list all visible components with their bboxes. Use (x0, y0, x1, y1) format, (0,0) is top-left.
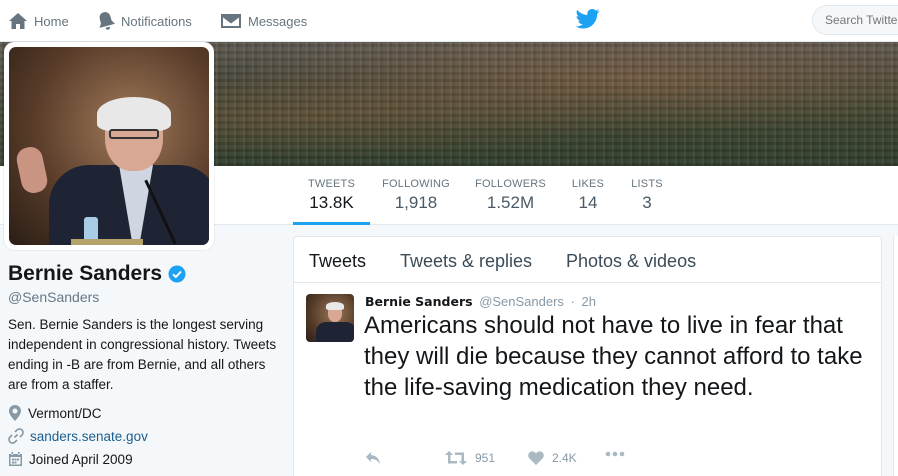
tab-tweets[interactable]: Tweets (309, 251, 366, 272)
tweet-timestamp[interactable]: 2h (582, 294, 596, 309)
tweet-author-handle[interactable]: @SenSanders (479, 294, 564, 309)
profile-website-link[interactable]: sanders.senate.gov (30, 429, 148, 444)
profile-handle[interactable]: @SenSanders (8, 289, 99, 305)
stat-tweets-value: 13.8K (309, 193, 354, 212)
stat-followers-label: FOLLOWERS (475, 178, 546, 190)
calendar-icon (9, 452, 22, 466)
stat-tweets[interactable]: TWEETS 13.8K (293, 166, 370, 225)
heart-icon (528, 451, 544, 465)
location-pin-icon (9, 405, 21, 421)
profile-avatar[interactable] (9, 47, 209, 245)
bell-icon (99, 12, 115, 30)
stat-followers-value: 1.52M (486, 193, 535, 212)
stat-likes-label: LIKES (571, 178, 605, 190)
profile-joined-text: Joined April 2009 (29, 451, 133, 467)
top-nav-bar: Home Notifications Messages (0, 0, 898, 42)
stat-followers[interactable]: FOLLOWERS 1.52M (474, 166, 547, 225)
nav-notifications[interactable]: Notifications (97, 0, 192, 42)
tweet[interactable]: Bernie Sanders @SenSanders · 2h American… (294, 284, 881, 476)
stat-lists-value: 3 (642, 193, 652, 212)
tab-tweets-and-replies[interactable]: Tweets & replies (400, 251, 532, 272)
tweet-separator: · (570, 294, 575, 309)
reply-button[interactable] (365, 451, 381, 465)
nav-notifications-label: Notifications (121, 13, 192, 29)
retweet-count: 951 (475, 451, 496, 465)
reply-icon (366, 452, 380, 464)
like-button[interactable]: 2.4K (528, 451, 577, 465)
envelope-icon (221, 14, 241, 28)
search-input[interactable] (812, 5, 898, 35)
stat-likes-value: 14 (578, 193, 598, 212)
home-icon (9, 13, 27, 29)
stat-following[interactable]: FOLLOWING 1,918 (382, 166, 450, 225)
tweet-avatar[interactable] (306, 294, 354, 342)
nav-messages-label: Messages (248, 13, 308, 29)
stat-lists[interactable]: LISTS 3 (629, 166, 665, 225)
profile-name-row: Bernie Sanders (8, 262, 186, 286)
stat-following-value: 1,918 (394, 193, 438, 212)
tweet-header: Bernie Sanders @SenSanders · 2h (365, 294, 596, 309)
profile-joined: Joined April 2009 (8, 449, 133, 469)
more-button[interactable] (605, 451, 625, 457)
profile-bio: Sen. Bernie Sanders is the longest servi… (8, 317, 277, 392)
stat-tweets-label: TWEETS (307, 178, 356, 190)
right-column-edge (893, 236, 898, 476)
twitter-bird-icon[interactable] (576, 9, 600, 29)
stat-likes[interactable]: LIKES 14 (568, 166, 608, 225)
like-count: 2.4K (552, 451, 577, 465)
retweet-button[interactable]: 951 (445, 451, 495, 465)
profile-website: sanders.senate.gov (8, 426, 148, 446)
nav-messages[interactable]: Messages (220, 0, 307, 42)
profile-location: Vermont/DC (8, 403, 102, 423)
nav-home[interactable]: Home (8, 0, 69, 42)
verified-icon (168, 265, 186, 283)
tab-photos-and-videos[interactable]: Photos & videos (566, 251, 696, 272)
more-icon (605, 451, 625, 457)
timeline-tabs: Tweets Tweets & replies Photos & videos (294, 237, 881, 283)
timeline: Tweets Tweets & replies Photos & videos … (293, 236, 882, 476)
retweet-icon (445, 451, 467, 465)
profile-name[interactable]: Bernie Sanders (8, 262, 162, 286)
tweet-author-name[interactable]: Bernie Sanders (365, 294, 473, 309)
link-icon (8, 428, 24, 444)
nav-home-label: Home (34, 13, 69, 29)
profile-location-text: Vermont/DC (28, 405, 102, 421)
profile-avatar-frame (4, 42, 214, 250)
stat-lists-label: LISTS (631, 178, 663, 190)
tweet-text: Americans should not have to live in fea… (364, 312, 863, 401)
stat-following-label: FOLLOWING (382, 178, 450, 190)
